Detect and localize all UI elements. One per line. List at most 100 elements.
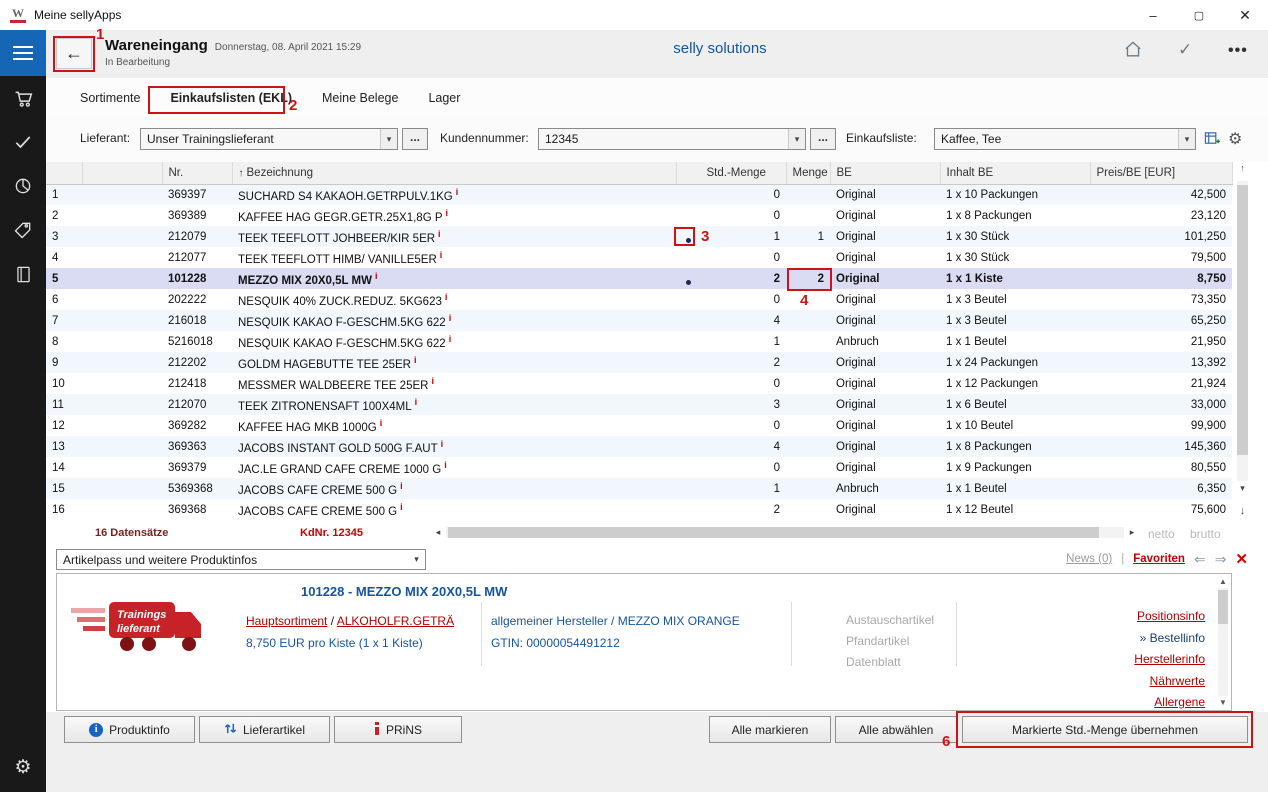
bestellinfo-link[interactable]: » Bestellinfo (1134, 628, 1205, 650)
tab-lager[interactable]: Lager (428, 91, 460, 105)
pie-chart-icon[interactable] (0, 164, 46, 208)
panel-scroll-up-icon[interactable]: ▲ (1216, 577, 1230, 586)
cell-marker[interactable] (676, 499, 700, 520)
table-row[interactable]: 4 212077 TEEK TEEFLOTT HIMB/ VANILLE5ERi… (46, 247, 1232, 268)
cell-marker[interactable] (676, 394, 700, 415)
cell-marker[interactable] (676, 352, 700, 373)
cell-menge[interactable] (786, 373, 830, 394)
table-row[interactable]: 16 369368 JACOBS CAFE CREME 500 Gi 2 Ori… (46, 499, 1232, 520)
cell-menge[interactable] (786, 247, 830, 268)
kundennummer-dropdown[interactable]: 12345 ▾ (538, 128, 806, 150)
scrollbar-track[interactable] (1237, 181, 1248, 481)
table-row[interactable]: 12 369282 KAFFEE HAG MKB 1000Gi 0 Origin… (46, 415, 1232, 436)
list-add-icon[interactable] (1204, 130, 1221, 150)
info-icon[interactable]: i (444, 460, 447, 470)
table-row[interactable]: 10 212418 MESSMER WALDBEERE TEE 25ERi 0 … (46, 373, 1232, 394)
lieferartikel-button[interactable]: Lieferartikel (199, 716, 330, 743)
cell-menge[interactable] (786, 310, 830, 331)
table-row[interactable]: 15 5369368 JACOBS CAFE CREME 500 Gi 1 An… (46, 478, 1232, 499)
cell-marker[interactable] (676, 373, 700, 394)
cell-marker[interactable] (676, 478, 700, 499)
header-inhalt-be[interactable]: Inhalt BE (940, 162, 1090, 184)
netto-label[interactable]: netto (1148, 527, 1175, 541)
panel-scroll-down-icon[interactable]: ▼ (1216, 698, 1230, 707)
cell-menge[interactable] (786, 415, 830, 436)
info-icon[interactable]: i (400, 502, 403, 512)
productinfo-dropdown[interactable]: Artikelpass und weitere Produktinfos ▾ (56, 549, 426, 570)
table-row[interactable]: 1 369397 SUCHARD S4 KAKAOH.GETRPULV.1KGi… (46, 184, 1232, 205)
home-icon[interactable] (1123, 40, 1143, 64)
price-tag-icon[interactable] (0, 208, 46, 252)
panel-scrollbar-thumb[interactable] (1218, 590, 1228, 624)
favoriten-link[interactable]: Favoriten (1133, 553, 1185, 565)
header-std-menge[interactable]: Std.-Menge (700, 162, 786, 184)
cell-menge[interactable] (786, 478, 830, 499)
herstellerinfo-link[interactable]: Herstellerinfo (1134, 649, 1205, 671)
menu-hamburger-icon[interactable] (0, 30, 46, 76)
close-panel-icon[interactable]: ✕ (1235, 550, 1248, 568)
hscrollbar-track[interactable] (446, 527, 1124, 538)
table-row[interactable]: 7 216018 NESQUIK KAKAO F-GESCHM.5KG 622i… (46, 310, 1232, 331)
info-icon[interactable]: i (415, 397, 418, 407)
info-icon[interactable]: i (440, 250, 443, 260)
close-button[interactable]: ✕ (1222, 0, 1268, 30)
alle-abwaehlen-button[interactable]: Alle abwählen (835, 716, 957, 743)
prins-button[interactable]: PRiNS (334, 716, 462, 743)
panel-scrollbar-track[interactable] (1218, 588, 1228, 696)
cell-menge[interactable]: 1 (786, 226, 830, 247)
maximize-button[interactable]: ▢ (1176, 0, 1222, 30)
minimize-button[interactable]: – (1130, 0, 1176, 30)
table-vertical-scrollbar[interactable]: ↑ ▾ ↓ (1235, 163, 1250, 535)
scroll-to-top-icon[interactable]: ↑ (1235, 163, 1250, 173)
hauptsortiment-link[interactable]: Hauptsortiment (246, 614, 327, 628)
scroll-left-arrow-icon[interactable]: ◂ (430, 525, 446, 540)
hscrollbar-thumb[interactable] (448, 527, 1099, 538)
naehrwerte-link[interactable]: Nährwerte (1134, 671, 1205, 693)
cell-menge[interactable] (786, 205, 830, 226)
table-row[interactable]: 5 101228 MEZZO MIX 20X0,5L MWi 2 2 Origi… (46, 268, 1232, 289)
produktinfo-button[interactable]: i Produktinfo (64, 716, 195, 743)
info-icon[interactable]: i (456, 187, 459, 197)
cell-menge[interactable] (786, 331, 830, 352)
info-icon[interactable]: i (441, 439, 444, 449)
cell-marker[interactable] (676, 436, 700, 457)
scrollbar-thumb[interactable] (1237, 185, 1248, 455)
table-row[interactable]: 9 212202 GOLDM HAGEBUTTE TEE 25ERi 2 Ori… (46, 352, 1232, 373)
news-link[interactable]: News (0) (1066, 553, 1112, 565)
cell-marker[interactable] (676, 415, 700, 436)
table-settings-gear-icon[interactable]: ⚙ (1228, 129, 1242, 149)
info-icon[interactable]: i (375, 271, 378, 281)
lieferant-more-button[interactable]: ... (402, 128, 428, 150)
cell-menge[interactable] (786, 436, 830, 457)
tasks-check-icon[interactable] (0, 120, 46, 164)
info-icon[interactable]: i (449, 334, 452, 344)
header-preis[interactable]: Preis/BE [EUR] (1090, 162, 1232, 184)
scroll-right-arrow-icon[interactable]: ▸ (1124, 525, 1140, 540)
cell-marker[interactable] (676, 289, 700, 310)
header-menge[interactable]: Menge (786, 162, 830, 184)
cell-marker[interactable] (676, 268, 700, 289)
cell-marker[interactable] (676, 247, 700, 268)
scroll-to-bottom-icon[interactable]: ↓ (1235, 505, 1250, 517)
alle-markieren-button[interactable]: Alle markieren (709, 716, 831, 743)
header-be[interactable]: BE (830, 162, 940, 184)
positionsinfo-link[interactable]: Positionsinfo (1134, 606, 1205, 628)
info-icon[interactable]: i (446, 208, 449, 218)
tab-meine-belege[interactable]: Meine Belege (322, 91, 398, 105)
table-row[interactable]: 8 5216018 NESQUIK KAKAO F-GESCHM.5KG 622… (46, 331, 1232, 352)
table-row[interactable]: 2 369389 KAFFEE HAG GEGR.GETR.25X1,8G Pi… (46, 205, 1232, 226)
warengruppe-link[interactable]: ALKOHOLFR.GETRÄ (337, 614, 454, 628)
table-row[interactable]: 11 212070 TEEK ZITRONENSAFT 100X4MLi 3 O… (46, 394, 1232, 415)
settings-gear-icon[interactable]: ⚙ (0, 748, 46, 786)
info-icon[interactable]: i (438, 229, 441, 239)
einkaufsliste-dropdown[interactable]: Kaffee, Tee ▾ (934, 128, 1196, 150)
cell-marker[interactable] (676, 331, 700, 352)
table-row[interactable]: 14 369379 JAC.LE GRAND CAFE CREME 1000 G… (46, 457, 1232, 478)
cell-menge[interactable] (786, 394, 830, 415)
cart-icon[interactable] (0, 76, 46, 120)
info-icon[interactable]: i (431, 376, 434, 386)
header-nr[interactable]: Nr. (162, 162, 232, 184)
next-article-icon[interactable]: ⇒ (1215, 551, 1227, 568)
tab-sortimente[interactable]: Sortimente (80, 91, 140, 105)
info-icon[interactable]: i (380, 418, 383, 428)
